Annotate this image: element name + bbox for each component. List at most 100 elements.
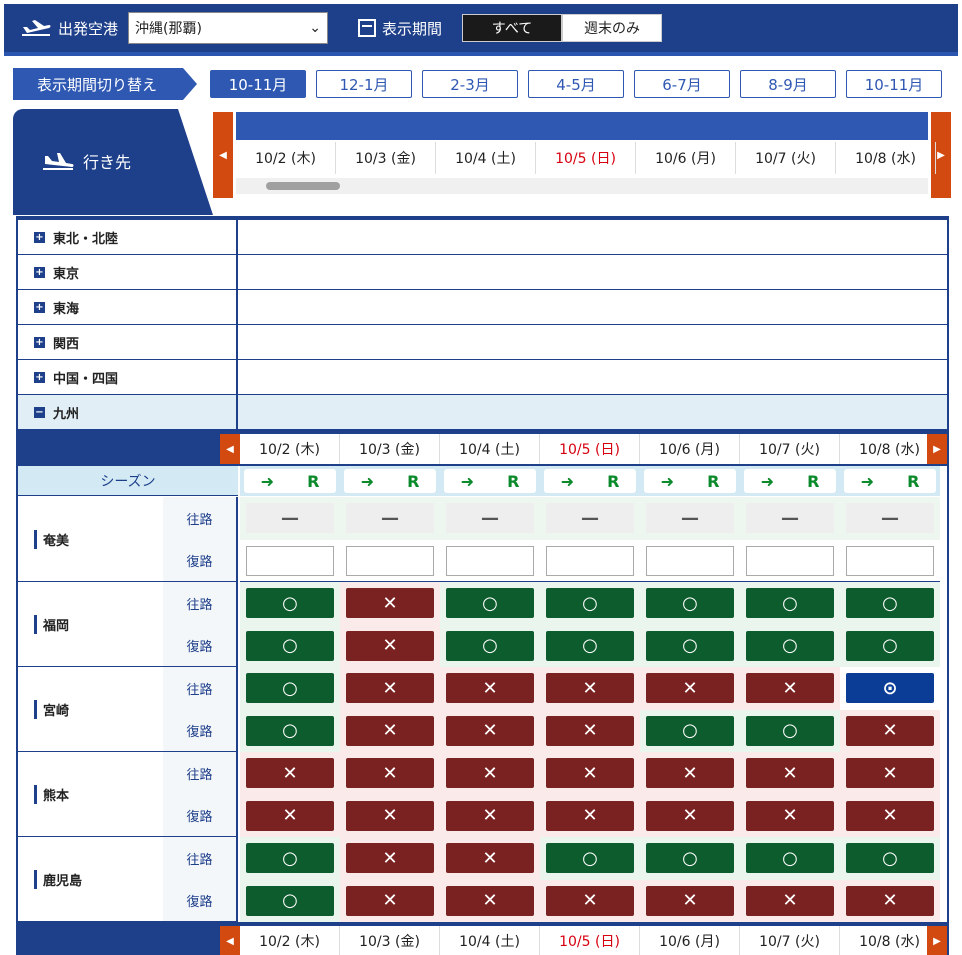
unavailable-button[interactable]: ✕ <box>246 800 334 831</box>
no-service-mark: — <box>446 503 534 534</box>
region-row-2[interactable]: + 東海 <box>18 290 947 325</box>
available-button[interactable]: ○ <box>846 630 934 661</box>
all-button[interactable]: すべて <box>462 14 563 42</box>
unavailable-button[interactable]: ✕ <box>646 673 734 704</box>
unavailable-button[interactable]: ✕ <box>346 630 434 661</box>
unavailable-button[interactable]: ✕ <box>446 715 534 746</box>
unavailable-button[interactable]: ✕ <box>846 715 934 746</box>
unavailable-button[interactable]: ✕ <box>746 673 834 704</box>
availability-cell: ○ <box>240 624 340 667</box>
unavailable-button[interactable]: ✕ <box>646 800 734 831</box>
available-button[interactable]: ○ <box>246 630 334 661</box>
month-button-0[interactable]: 10-11月 <box>210 70 306 98</box>
scrollbar-thumb[interactable] <box>266 182 340 190</box>
unavailable-button[interactable]: ✕ <box>646 885 734 916</box>
available-button[interactable]: ○ <box>746 630 834 661</box>
availability-cell: ✕ <box>240 794 340 837</box>
weekend-only-button[interactable]: 週末のみ <box>562 14 663 42</box>
availability-row: ○ ✕ ○ ○ ○ ○ ○ <box>240 624 940 667</box>
availability-cell <box>440 540 540 583</box>
month-button-4[interactable]: 6-7月 <box>634 70 730 98</box>
unavailable-button[interactable]: ✕ <box>746 800 834 831</box>
available-button[interactable]: ○ <box>846 588 934 619</box>
month-button-6[interactable]: 10-11月 <box>846 70 942 98</box>
unavailable-button[interactable]: ✕ <box>546 800 634 831</box>
available-button[interactable]: ○ <box>746 588 834 619</box>
table-scroll-right-button[interactable]: ▶ <box>927 926 947 955</box>
scroll-left-button[interactable]: ◀ <box>213 112 233 198</box>
availability-row: — — — — — — — <box>240 497 940 540</box>
unavailable-button[interactable]: ✕ <box>846 885 934 916</box>
unavailable-button[interactable]: ✕ <box>446 885 534 916</box>
table-scroll-right-button[interactable]: ▶ <box>927 434 947 464</box>
unavailable-button[interactable]: ✕ <box>746 758 834 789</box>
unavailable-button[interactable]: ✕ <box>346 885 434 916</box>
available-button[interactable]: ○ <box>646 715 734 746</box>
available-button[interactable]: ○ <box>446 588 534 619</box>
available-button[interactable]: ○ <box>246 673 334 704</box>
no-service-mark: — <box>546 503 634 534</box>
date-row: 10/2 (木) 10/3 (金) 10/4 (土) 10/5 (日) 10/6 (月)… <box>240 926 940 955</box>
available-button[interactable]: ○ <box>646 630 734 661</box>
region-row-1[interactable]: + 東京 <box>18 255 947 290</box>
unavailable-button[interactable]: ✕ <box>346 800 434 831</box>
available-button[interactable]: ○ <box>246 843 334 874</box>
unavailable-button[interactable]: ✕ <box>446 673 534 704</box>
table-scroll-left-button[interactable]: ◀ <box>220 434 240 464</box>
availability-cell <box>240 540 340 583</box>
available-button[interactable]: ○ <box>246 715 334 746</box>
region-row-4[interactable]: + 中国・四国 <box>18 360 947 395</box>
no-service-mark: — <box>746 503 834 534</box>
season-mark-5: ➜ R <box>744 469 836 493</box>
region-row-5[interactable]: − 九州 <box>18 395 947 430</box>
available-button[interactable]: ○ <box>546 843 634 874</box>
unavailable-button[interactable]: ✕ <box>646 758 734 789</box>
unavailable-button[interactable]: ✕ <box>346 758 434 789</box>
unavailable-button[interactable]: ✕ <box>446 800 534 831</box>
unavailable-button[interactable]: ✕ <box>346 843 434 874</box>
available-button[interactable]: ○ <box>446 630 534 661</box>
empty-cell <box>246 545 334 576</box>
availability-row: ○ ✕ ○ ○ ○ ○ ○ <box>240 582 940 625</box>
month-button-1[interactable]: 12-1月 <box>316 70 412 98</box>
season-arrow: ➜ <box>360 471 374 491</box>
unavailable-button[interactable]: ✕ <box>446 758 534 789</box>
unavailable-button[interactable]: ✕ <box>846 800 934 831</box>
available-button[interactable]: ○ <box>746 843 834 874</box>
unavailable-button[interactable]: ✕ <box>546 673 634 704</box>
unavailable-button[interactable]: ✕ <box>546 885 634 916</box>
month-button-2[interactable]: 2-3月 <box>422 70 518 98</box>
unavailable-button[interactable]: ✕ <box>446 843 534 874</box>
season-label: シーズン <box>18 466 238 496</box>
date-cell-5: 10/7 (火) <box>740 434 840 464</box>
available-button[interactable]: ○ <box>246 588 334 619</box>
region-row-3[interactable]: + 関西 <box>18 325 947 360</box>
available-button[interactable]: ○ <box>746 715 834 746</box>
available-button[interactable]: ○ <box>546 588 634 619</box>
horizontal-scrollbar[interactable] <box>236 178 928 194</box>
unavailable-button[interactable]: ✕ <box>546 758 634 789</box>
unavailable-button[interactable]: ✕ <box>546 715 634 746</box>
unavailable-button[interactable]: ✕ <box>246 758 334 789</box>
unavailable-button[interactable]: ✕ <box>346 588 434 619</box>
unavailable-button[interactable]: ✕ <box>746 885 834 916</box>
unavailable-button[interactable]: ✕ <box>346 715 434 746</box>
available-button[interactable]: ○ <box>646 588 734 619</box>
available-button[interactable]: ○ <box>546 630 634 661</box>
available-button[interactable]: ○ <box>646 843 734 874</box>
selected-available-button[interactable]: ⊙ <box>846 673 934 704</box>
period-toggle: すべて 週末のみ <box>462 14 663 42</box>
month-button-3[interactable]: 4-5月 <box>528 70 624 98</box>
unavailable-button[interactable]: ✕ <box>846 758 934 789</box>
month-button-5[interactable]: 8-9月 <box>740 70 836 98</box>
season-mark-0: ➜ R <box>244 469 336 493</box>
departure-airport-select[interactable]: 沖縄(那覇) ⌄ <box>128 12 329 44</box>
region-row-0[interactable]: + 東北・北陸 <box>18 220 947 255</box>
available-button[interactable]: ○ <box>246 885 334 916</box>
availability-table: シーズン ➜ R ➜ R ➜ R ➜ R ➜ R ➜ R ➜ R 10/2 (木) 10/3 (金) 10/4… <box>16 430 949 955</box>
table-scroll-left-button[interactable]: ◀ <box>220 926 240 955</box>
collapse-icon: − <box>34 406 45 418</box>
season-r: R <box>507 471 520 491</box>
available-button[interactable]: ○ <box>846 843 934 874</box>
unavailable-button[interactable]: ✕ <box>346 673 434 704</box>
